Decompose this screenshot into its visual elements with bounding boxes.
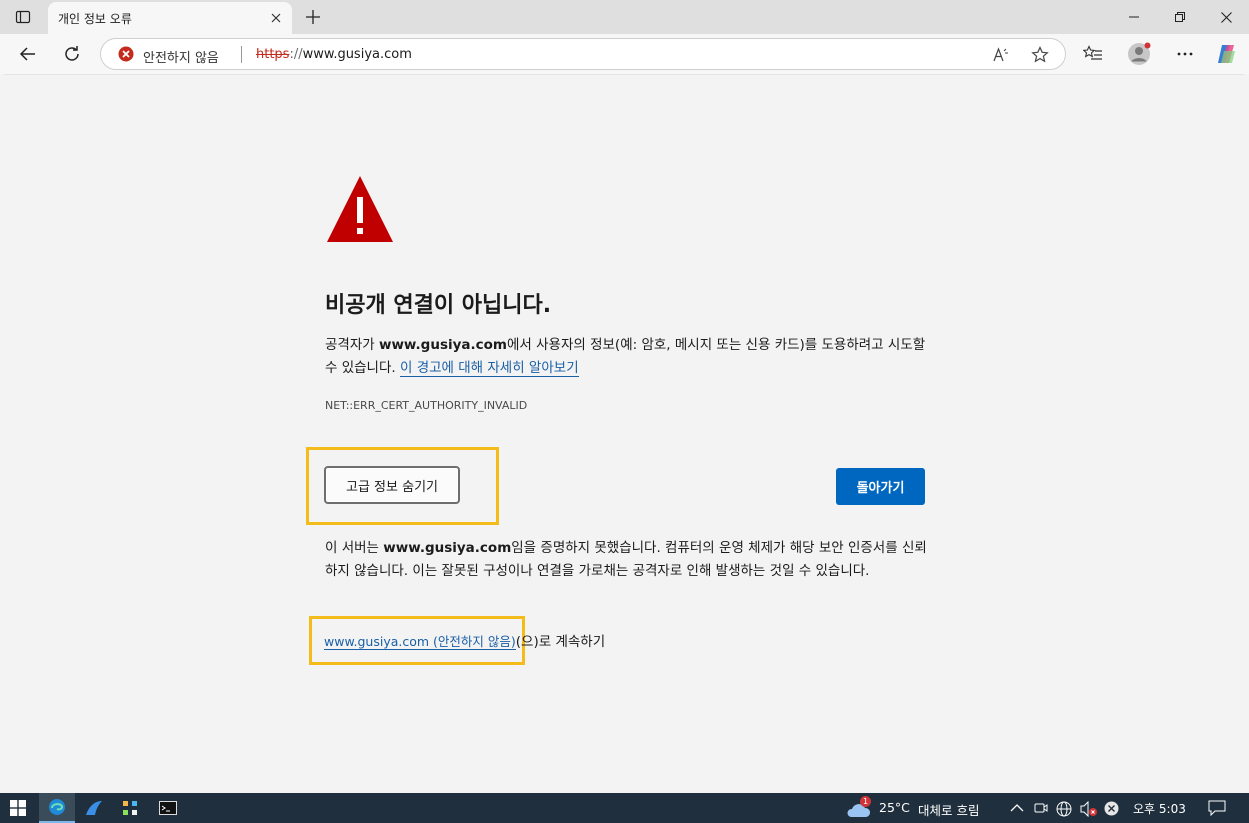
favorites-list-icon [1083, 45, 1102, 60]
refresh-icon [65, 46, 79, 61]
url-host: www.gusiya.com [302, 47, 412, 62]
page-content: 비공개 연결이 아닙니다. 공격자가 www.gusiya.com에서 사용자의… [4, 74, 1244, 793]
refresh-button[interactable] [56, 38, 88, 70]
proceed-line: www.gusiya.com (안전하지 않음)(으)로 계속하기 [324, 630, 605, 650]
advanced-host: www.gusiya.com [383, 540, 512, 556]
copilot-icon [1218, 45, 1235, 63]
restore-icon [1175, 12, 1185, 22]
taskbar-app-3[interactable] [112, 793, 148, 823]
close-window-button[interactable] [1203, 0, 1249, 34]
blue-wing-app-icon [86, 801, 102, 815]
back-button[interactable] [12, 38, 44, 70]
status-x-icon[interactable] [1104, 801, 1119, 816]
weather-badge: 1 [860, 796, 871, 807]
favorites-button[interactable] [1077, 38, 1109, 70]
close-icon [1220, 11, 1232, 23]
address-separator [241, 46, 242, 63]
settings-app-icon [123, 801, 137, 815]
not-secure-icon[interactable] [118, 46, 134, 62]
url-text[interactable]: https://www.gusiya.com [256, 47, 412, 62]
tab-strip: 개인 정보 오류 [0, 0, 1249, 34]
advanced-prefix: 이 서버는 [325, 540, 384, 556]
windows-logo-icon [10, 800, 26, 816]
read-aloud-icon[interactable] [991, 45, 1011, 65]
learn-more-link[interactable]: 이 경고에 대해 자세히 알아보기 [399, 360, 579, 377]
hide-advanced-button[interactable]: 고급 정보 숨기기 [324, 466, 460, 504]
error-code: NET::ERR_CERT_AUTHORITY_INVALID [325, 399, 528, 412]
avatar [1128, 42, 1151, 65]
taskbar-clock[interactable]: 오후 5:03 [1133, 800, 1186, 817]
meet-camera-icon[interactable] [1034, 801, 1048, 815]
weather-description[interactable]: 대체로 흐림 [918, 800, 979, 819]
notification-icon[interactable] [1208, 800, 1226, 816]
description-prefix: 공격자가 [325, 337, 379, 353]
weather-temperature[interactable]: 25°C [879, 800, 910, 815]
minimize-icon [1129, 16, 1139, 18]
terminal-icon [159, 801, 177, 815]
warning-description: 공격자가 www.gusiya.com에서 사용자의 정보(예: 암호, 메시지… [325, 334, 929, 380]
copilot-button[interactable] [1210, 38, 1242, 70]
advanced-description: 이 서버는 www.gusiya.com임을 증명하지 못했습니다. 컴퓨터의 … [325, 537, 929, 583]
browser-toolbar: 안전하지 않음 https://www.gusiya.com [0, 34, 1249, 74]
back-arrow-icon [19, 47, 35, 61]
profile-button[interactable] [1123, 38, 1155, 70]
tab-title: 개인 정보 오류 [58, 11, 132, 26]
more-dots-icon [1177, 52, 1193, 56]
page-title: 비공개 연결이 아닙니다. [325, 293, 552, 318]
back-to-safety-button[interactable]: 돌아가기 [836, 468, 925, 505]
chevron-up-icon[interactable] [1010, 803, 1024, 813]
favorite-star-icon[interactable] [1030, 45, 1050, 65]
taskbar-terminal[interactable] [150, 793, 186, 823]
description-host: www.gusiya.com [378, 337, 507, 353]
proceed-unsafe-link[interactable]: www.gusiya.com (안전하지 않음) [324, 634, 516, 650]
taskbar-edge[interactable] [39, 793, 75, 823]
plus-icon [306, 10, 320, 24]
tab-actions-icon [15, 10, 31, 24]
taskbar-app-2[interactable] [76, 793, 112, 823]
warning-triangle-icon [327, 176, 393, 242]
not-secure-label[interactable]: 안전하지 않음 [143, 47, 219, 66]
new-tab-button[interactable] [300, 5, 326, 29]
proceed-suffix: (으)로 계속하기 [515, 634, 606, 650]
minimize-button[interactable] [1111, 0, 1157, 34]
tab-actions-button[interactable] [6, 5, 40, 29]
taskbar: 1 25°C 대체로 흐림 오후 5:03 [0, 793, 1249, 823]
edge-icon [49, 799, 65, 815]
tab-active[interactable]: 개인 정보 오류 [48, 2, 292, 34]
tab-close-icon[interactable] [268, 10, 284, 26]
address-bar[interactable]: 안전하지 않음 https://www.gusiya.com [100, 38, 1066, 70]
url-slashes: :// [289, 47, 303, 62]
volume-muted-icon[interactable] [1080, 801, 1098, 817]
more-menu-button[interactable] [1169, 38, 1201, 70]
start-button[interactable] [0, 793, 36, 823]
network-globe-icon[interactable] [1056, 801, 1072, 817]
restore-button[interactable] [1157, 0, 1203, 34]
url-scheme: https [256, 47, 290, 62]
